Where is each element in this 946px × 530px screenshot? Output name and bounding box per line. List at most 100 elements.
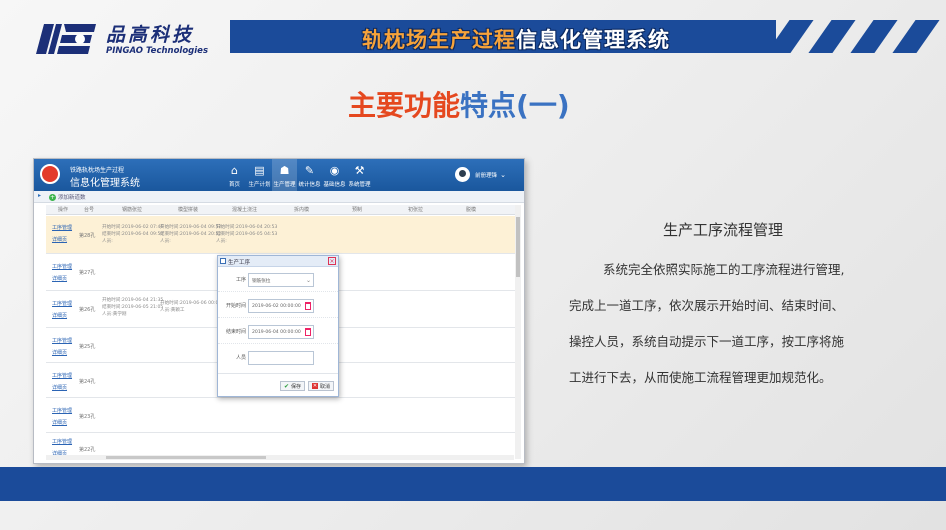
scrollbar-thumb[interactable] — [516, 217, 520, 277]
step-staff: 人员: — [102, 239, 113, 244]
tools-icon: ⚒ — [354, 164, 365, 177]
form-row-end: 结束时间 2019-06-04 00:00:00 — [218, 320, 338, 344]
process-manage-link[interactable]: 工序管理 — [52, 298, 72, 310]
app-title-large: 信息化管理系统 — [70, 178, 140, 189]
start-time-input[interactable]: 2019-06-02 00:00:00 — [248, 299, 314, 313]
app-title-small: 铁路轨枕场生产过程 — [70, 167, 125, 174]
chevron-down-icon: ⌄ — [500, 170, 506, 179]
row-number: 第25孔 — [79, 344, 96, 350]
calendar-icon[interactable] — [305, 302, 311, 310]
description-line: 完成上一道工序，依次展示开始时间、结束时间、 — [569, 298, 845, 313]
user-menu[interactable]: 前册理锋 ⌄ — [455, 167, 506, 182]
detail-link[interactable]: 详细页 — [52, 382, 72, 394]
system-title: 轨枕场生产过程信息化管理系统 — [362, 24, 670, 53]
title-bar-stripe — [892, 20, 940, 53]
title-bar-stripe — [808, 20, 856, 53]
toolbar: ▸ + 添加新道数 — [34, 191, 524, 203]
cancel-button[interactable]: ✕ 取消 — [307, 381, 334, 391]
horizontal-scrollbar[interactable] — [46, 455, 514, 460]
nav-label: 生产管理 — [273, 182, 296, 188]
nav-system-management[interactable]: ⚒ 系统管理 — [347, 159, 372, 191]
step-staff: 人员: — [216, 239, 227, 244]
section-heading-part2: 特点(一) — [460, 89, 570, 122]
add-button-label: 添加新道数 — [58, 195, 86, 201]
scrollbar-thumb[interactable] — [106, 456, 266, 459]
brand-logo: 品高科技 PINGAO Technologies — [34, 20, 214, 60]
sidebar-toggle-icon[interactable]: ▸ — [38, 192, 41, 199]
process-manage-link[interactable]: 工序管理 — [52, 436, 72, 448]
document-icon: ▤ — [254, 164, 265, 177]
cancel-button-label: 取消 — [319, 383, 330, 390]
step-end: 结束时间:2019-06-05 21:05 — [102, 305, 164, 310]
nav-statistics[interactable]: ✎ 统计信息 — [297, 159, 322, 191]
plus-icon: + — [49, 194, 56, 201]
nav-home[interactable]: ⌂ 首页 — [222, 159, 247, 191]
brand-name-en: PINGAO Technologies — [106, 46, 209, 56]
form-row-start: 开始时间 2019-06-02 00:00:00 — [218, 294, 338, 318]
database-icon: ◉ — [329, 164, 340, 177]
step-info: 开始时间:2019-06-06 00:00 人员:黄颖工 — [160, 300, 221, 314]
pingao-logo-icon — [36, 24, 96, 54]
row-actions: 工序管理 详细页 — [52, 222, 72, 246]
calendar-icon[interactable] — [305, 328, 311, 336]
chart-icon: ✎ — [304, 164, 315, 177]
close-icon: ✕ — [311, 383, 318, 389]
app-logo-icon — [40, 164, 60, 184]
nav-production-plan[interactable]: ▤ 生产计划 — [247, 159, 272, 191]
dialog-footer: ✔ 保存 ✕ 取消 — [279, 381, 334, 391]
step-select[interactable]: 钢筋张拉 ⌄ — [248, 273, 314, 287]
app-header: 铁路轨枕场生产过程 信息化管理系统 ⌂ 首页 ▤ 生产计划 ☗ 生产管理 ✎ 统计信息 … — [34, 159, 524, 191]
brand-name-cn: 品高科技 — [106, 24, 195, 46]
step-start: 开始时间:2019-06-02 07:46 — [102, 225, 164, 230]
table-row: 工序管理 详细页 第22孔 — [46, 434, 516, 457]
row-number: 第27孔 — [79, 270, 96, 276]
end-time-input[interactable]: 2019-06-04 00:00:00 — [248, 325, 314, 339]
process-manage-link[interactable]: 工序管理 — [52, 370, 72, 382]
production-step-dialog: 生产工序 × 工序 钢筋张拉 ⌄ 开始时间 2019-06-02 00:00:00… — [217, 255, 339, 397]
process-manage-link[interactable]: 工序管理 — [52, 405, 72, 417]
step-staff: 人员:黄学刚 — [102, 312, 127, 317]
detail-link[interactable]: 详细页 — [52, 273, 72, 285]
feature-title: 生产工序流程管理 — [663, 221, 784, 239]
process-manage-link[interactable]: 工序管理 — [52, 261, 72, 273]
column-header: 混凝土浇注 — [232, 207, 258, 213]
nav-label: 系统管理 — [348, 182, 371, 188]
footer-bar — [0, 467, 946, 501]
step-end: 结束时间:2019-06-04 09:50 — [102, 232, 164, 237]
window-icon — [220, 258, 226, 264]
detail-link[interactable]: 详细页 — [52, 310, 72, 322]
vertical-scrollbar[interactable] — [515, 205, 521, 459]
nav-label: 首页 — [228, 182, 240, 188]
table-header: 操作 台号 钢筋张拉 模型拼装 混凝土浇注 拆内模 预制 初张拉 脱模 — [46, 205, 516, 215]
end-time-label: 结束时间 — [225, 329, 246, 335]
column-header: 预制 — [352, 207, 363, 213]
step-staff: 人员: — [160, 239, 171, 244]
row-number: 第23孔 — [79, 414, 96, 420]
step-staff: 人员:黄颖工 — [160, 308, 185, 313]
step-start: 开始时间:2019-06-06 00:00 — [160, 301, 222, 306]
detail-link[interactable]: 详细页 — [52, 234, 72, 246]
step-select-value: 钢筋张拉 — [252, 279, 271, 284]
detail-link[interactable]: 详细页 — [52, 347, 72, 359]
avatar — [455, 167, 471, 182]
detail-link[interactable]: 详细页 — [52, 417, 72, 429]
start-time-value: 2019-06-02 00:00:00 — [252, 304, 301, 309]
nav-production-management[interactable]: ☗ 生产管理 — [272, 159, 297, 191]
process-manage-link[interactable]: 工序管理 — [52, 222, 72, 234]
add-button[interactable]: + 添加新道数 — [49, 193, 86, 201]
step-label: 工序 — [235, 277, 246, 283]
step-info: 开始时间:2019-06-04 20:53 结束时间:2019-06-05 04… — [216, 224, 277, 245]
staff-input[interactable] — [248, 351, 314, 365]
nav-basic-info[interactable]: ◉ 基础信息 — [322, 159, 347, 191]
row-actions: 工序管理 详细页 — [52, 370, 72, 394]
title-bar: 轨枕场生产过程信息化管理系统 — [230, 20, 946, 53]
save-button[interactable]: ✔ 保存 — [279, 381, 305, 391]
dialog-header: 生产工序 × — [218, 256, 338, 267]
step-end: 结束时间:2019-06-05 04:53 — [216, 232, 278, 237]
row-number: 第28孔 — [79, 233, 96, 239]
process-manage-link[interactable]: 工序管理 — [52, 335, 72, 347]
column-header: 钢筋张拉 — [122, 207, 143, 213]
row-number: 第26孔 — [79, 307, 96, 313]
close-icon[interactable]: × — [328, 257, 336, 265]
app-screenshot: 铁路轨枕场生产过程 信息化管理系统 ⌂ 首页 ▤ 生产计划 ☗ 生产管理 ✎ 统计信息 … — [33, 158, 525, 464]
